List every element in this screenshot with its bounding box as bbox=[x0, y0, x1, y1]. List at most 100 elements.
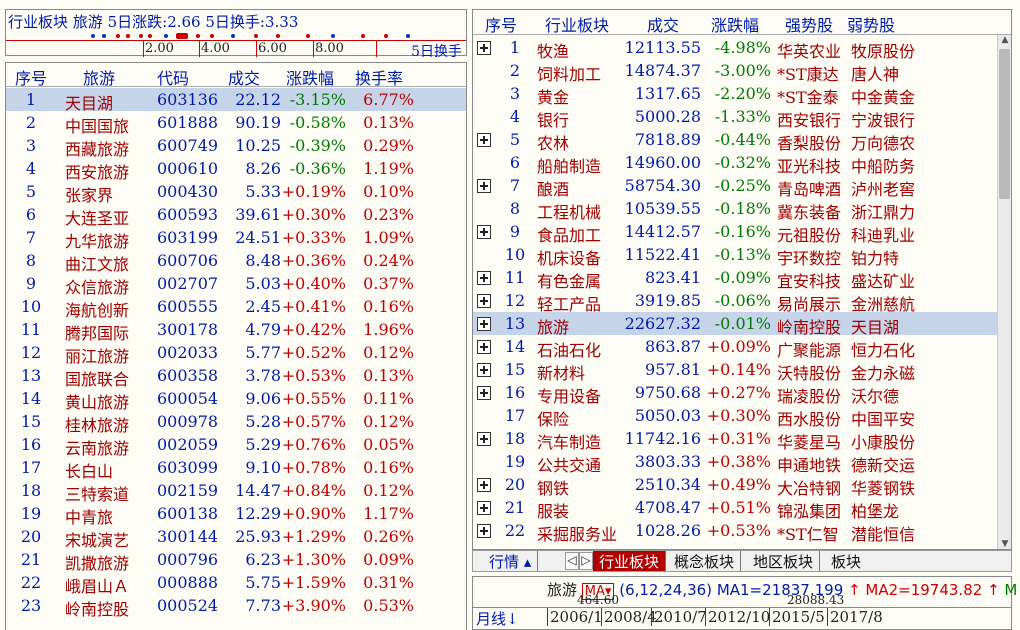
stock-turnover: 0.53% bbox=[363, 596, 414, 615]
sector-row[interactable]: 3 黄金 1317.65 -2.20% *ST金泰 中金黄金 bbox=[473, 82, 997, 107]
col-header-strong[interactable]: 强势股 bbox=[785, 12, 833, 36]
col-header-change[interactable]: 涨跌幅 bbox=[711, 12, 759, 36]
tab-concept-sector[interactable]: 概念板块 bbox=[668, 551, 742, 571]
chart-price-low: 464.60 bbox=[577, 593, 619, 607]
expand-plus-icon[interactable] bbox=[477, 271, 491, 285]
expand-plus-icon[interactable] bbox=[477, 478, 491, 492]
col-header-change[interactable]: 涨跌幅 bbox=[286, 65, 334, 89]
sector-row[interactable]: 14 石油石化 863.87 +0.09% 广聚能源 恒力石化 bbox=[473, 335, 997, 360]
col-header-volume[interactable]: 成交 bbox=[647, 12, 679, 36]
expand-plus-icon[interactable] bbox=[477, 294, 491, 308]
sector-row[interactable]: 22 采掘服务业 1028.26 +0.53% *ST仁智 潜能恒信 bbox=[473, 519, 997, 545]
tab-industry-sector[interactable]: 行业板块 bbox=[593, 551, 667, 571]
sector-index: 6 bbox=[509, 153, 521, 172]
stock-row[interactable]: 15 桂林旅游 000978 5.28 +0.57% 0.12% bbox=[6, 410, 466, 435]
stock-row[interactable]: 1 天目湖 603136 22.12 -3.15% 6.77% bbox=[6, 88, 466, 113]
scroll-down-icon[interactable]: ▼ bbox=[1000, 539, 1010, 549]
stock-index: 12 bbox=[20, 343, 42, 362]
stock-row[interactable]: 23 岭南控股 000524 7.73 +3.90% 0.53% bbox=[6, 594, 466, 619]
stock-row[interactable]: 9 众信旅游 002707 5.03 +0.40% 0.37% bbox=[6, 272, 466, 297]
stock-row[interactable]: 22 峨眉山Ａ 000888 5.75 +1.59% 0.31% bbox=[6, 571, 466, 596]
stock-row[interactable]: 11 腾邦国际 300178 4.79 +0.42% 1.96% bbox=[6, 318, 466, 343]
sector-row[interactable]: 15 新材料 957.81 +0.14% 沃特股份 金力永磁 bbox=[473, 358, 997, 383]
sector-row[interactable]: 8 工程机械 10539.55 -0.18% 冀东装备 浙江鼎力 bbox=[473, 197, 997, 222]
sector-row[interactable]: 20 钢铁 2510.34 +0.49% 大冶特钢 华菱钢铁 bbox=[473, 473, 997, 498]
col-header-index[interactable]: 序号 bbox=[15, 65, 47, 89]
sector-index: 19 bbox=[504, 452, 526, 471]
expand-plus-icon[interactable] bbox=[477, 41, 491, 55]
sector-row[interactable]: 16 专用设备 9750.68 +0.27% 瑞凌股份 沃尔德 bbox=[473, 381, 997, 406]
sector-row[interactable]: 19 公共交通 3803.33 +0.38% 申通地铁 德新交运 bbox=[473, 450, 997, 475]
sector-row[interactable]: 10 机床设备 11522.41 -0.13% 宇环数控 铂力特 bbox=[473, 243, 997, 268]
sector-volume: 11522.41 bbox=[624, 245, 701, 264]
sector-weak-stock[interactable]: 潜能恒信 bbox=[851, 521, 915, 545]
expand-plus-icon[interactable] bbox=[477, 133, 491, 147]
expand-plus-icon[interactable] bbox=[477, 524, 491, 538]
sector-row[interactable]: 18 汽车制造 11742.16 +0.31% 华菱星马 小康股份 bbox=[473, 427, 997, 452]
stock-row[interactable]: 18 三特索道 002159 14.47 +0.84% 0.12% bbox=[6, 479, 466, 504]
stock-row[interactable]: 2 中国国旅 601888 90.19 -0.58% 0.13% bbox=[6, 111, 466, 136]
dot-marker bbox=[406, 34, 410, 38]
col-header-volume[interactable]: 成交 bbox=[228, 65, 260, 89]
stock-row[interactable]: 21 凯撒旅游 000796 6.23 +1.30% 0.09% bbox=[6, 548, 466, 573]
stock-row[interactable]: 10 海航创新 600555 2.45 +0.41% 0.16% bbox=[6, 295, 466, 320]
stock-row[interactable]: 3 西藏旅游 600749 10.25 -0.39% 0.29% bbox=[6, 134, 466, 159]
sector-row[interactable]: 11 有色金属 823.41 -0.09% 宜安科技 盛达矿业 bbox=[473, 266, 997, 291]
stock-row[interactable]: 13 国旅联合 600358 3.78 +0.53% 0.13% bbox=[6, 364, 466, 389]
stock-row[interactable]: 7 九华旅游 603199 24.51 +0.33% 1.09% bbox=[6, 226, 466, 251]
expand-plus-icon[interactable] bbox=[477, 225, 491, 239]
stock-row[interactable]: 5 张家界 000430 5.33 +0.19% 0.10% bbox=[6, 180, 466, 205]
sector-row[interactable]: 21 服装 4708.47 +0.51% 锦泓集团 柏堡龙 bbox=[473, 496, 997, 521]
col-header-turnover[interactable]: 换手率 bbox=[355, 65, 403, 89]
expand-plus-icon[interactable] bbox=[477, 317, 491, 331]
sector-change: -0.44% bbox=[714, 130, 771, 149]
stock-turnover: 1.17% bbox=[363, 504, 414, 523]
sector-row[interactable]: 6 船舶制造 14960.00 -0.32% 亚光科技 中船防务 bbox=[473, 151, 997, 176]
dot-marker bbox=[196, 34, 200, 38]
col-header-sector[interactable]: 行业板块 bbox=[545, 12, 609, 36]
ma2-value: MA2=19743.82 bbox=[865, 581, 983, 599]
stock-row[interactable]: 16 云南旅游 002059 5.29 +0.76% 0.05% bbox=[6, 433, 466, 458]
expand-plus-icon[interactable] bbox=[477, 363, 491, 377]
sector-change: -0.13% bbox=[714, 245, 771, 264]
stock-row[interactable]: 6 大连圣亚 600593 39.61 +0.30% 0.23% bbox=[6, 203, 466, 228]
sector-row[interactable]: 12 轻工产品 3919.85 -0.06% 易尚展示 金洲慈航 bbox=[473, 289, 997, 314]
tab-hangqing[interactable]: 行情 ▴ bbox=[483, 551, 539, 571]
tab-region-sector[interactable]: 地区板块 bbox=[747, 551, 821, 571]
col-header-weak[interactable]: 弱势股 bbox=[847, 12, 895, 36]
stock-row[interactable]: 4 西安旅游 000610 8.26 -0.36% 1.19% bbox=[6, 157, 466, 182]
stock-row[interactable]: 12 丽江旅游 002033 5.77 +0.52% 0.12% bbox=[6, 341, 466, 366]
tab-next-icon[interactable]: ▷ bbox=[579, 552, 593, 570]
sector-row[interactable]: 9 食品加工 14412.57 -0.16% 元祖股份 科迪乳业 bbox=[473, 220, 997, 245]
col-header-index[interactable]: 序号 bbox=[485, 12, 517, 36]
expand-plus-icon[interactable] bbox=[477, 386, 491, 400]
expand-plus-icon[interactable] bbox=[477, 340, 491, 354]
expand-plus-icon[interactable] bbox=[477, 432, 491, 446]
sector-row[interactable]: 5 农林 7818.89 -0.44% 香梨股份 万向德农 bbox=[473, 128, 997, 153]
col-header-name[interactable]: 旅游 bbox=[83, 65, 115, 89]
stock-index: 15 bbox=[20, 412, 42, 431]
sector-row[interactable]: 13 旅游 22627.32 -0.01% 岭南控股 天目湖 bbox=[473, 312, 997, 337]
sector-row[interactable]: 7 酿酒 58754.30 -0.25% 青岛啤酒 泸州老窖 bbox=[473, 174, 997, 199]
period-selector[interactable]: 月线↓ bbox=[476, 608, 519, 629]
tab-sector-more[interactable]: 板块 bbox=[825, 551, 867, 571]
stock-row[interactable]: 19 中青旅 600138 12.29 +0.90% 1.17% bbox=[6, 502, 466, 527]
sector-row[interactable]: 4 银行 5000.28 -1.33% 西安银行 宁波银行 bbox=[473, 105, 997, 130]
stock-row[interactable]: 8 曲江文旅 600706 8.48 +0.36% 0.24% bbox=[6, 249, 466, 274]
scrollbar-thumb[interactable] bbox=[999, 49, 1010, 199]
scroll-up-icon[interactable]: ▲ bbox=[1000, 35, 1010, 45]
tab-prev-icon[interactable]: ◁ bbox=[565, 552, 579, 570]
expand-plus-icon[interactable] bbox=[477, 501, 491, 515]
sector-row[interactable]: 17 保险 5050.03 +0.30% 西水股份 中国平安 bbox=[473, 404, 997, 429]
sector-strong-stock[interactable]: *ST仁智 bbox=[777, 521, 839, 545]
stock-row[interactable]: 17 长白山 603099 9.10 +0.78% 0.16% bbox=[6, 456, 466, 481]
expand-plus-icon[interactable] bbox=[477, 179, 491, 193]
stock-turnover: 0.12% bbox=[363, 343, 414, 362]
dot-marker bbox=[384, 34, 388, 38]
sector-row[interactable]: 1 牧渔 12113.55 -4.98% 华英农业 牧原股份 bbox=[473, 36, 997, 61]
stock-row[interactable]: 14 黄山旅游 600054 9.06 +0.55% 0.11% bbox=[6, 387, 466, 412]
vertical-scrollbar[interactable]: ▲ ▼ bbox=[997, 35, 1011, 549]
sector-row[interactable]: 2 饲料加工 14874.37 -3.00% *ST康达 唐人神 bbox=[473, 59, 997, 84]
stock-row[interactable]: 20 宋城演艺 300144 25.93 +1.29% 0.26% bbox=[6, 525, 466, 550]
col-header-code[interactable]: 代码 bbox=[157, 65, 189, 89]
